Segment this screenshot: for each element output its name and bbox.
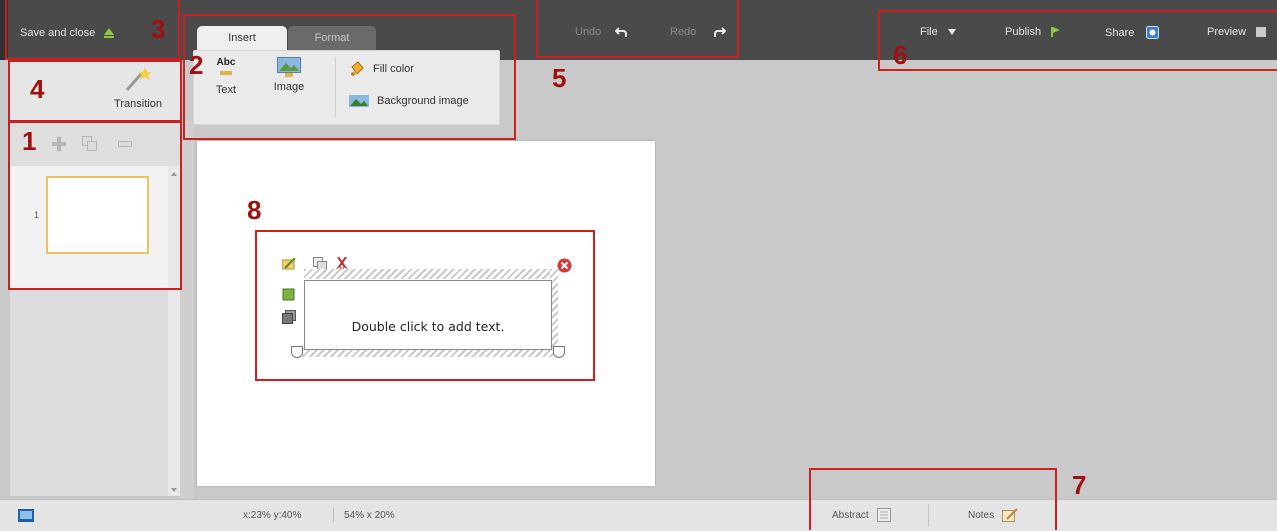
annotation-box-7 [809, 468, 1057, 530]
annotation-number-4: 4 [30, 74, 45, 104]
annotation-number-6: 6 [893, 40, 908, 70]
annotation-number-5: 5 [552, 63, 567, 93]
annotation-number-3: 3 [151, 14, 166, 44]
annotation-box-6 [878, 10, 1277, 71]
annotation-number-1: 1 [22, 126, 37, 156]
screen-icon[interactable] [18, 509, 34, 522]
annotation-box-5 [536, 0, 739, 58]
position-readout: x:23% y:40% [243, 510, 302, 521]
thumbnail-empty-area [10, 290, 168, 496]
annotation-box-2 [183, 14, 516, 140]
annotation-box-8 [255, 230, 595, 381]
size-readout: 54% x 20% [344, 510, 395, 521]
annotation-number-8: 8 [247, 195, 262, 225]
scroll-down-icon[interactable] [171, 488, 177, 492]
status-separator [333, 508, 334, 522]
annotation-number-2: 2 [189, 50, 204, 80]
canvas-scrollbar[interactable] [180, 121, 194, 499]
status-bar: x:23% y:40% 54% x 20% Abstract Notes [0, 499, 1277, 531]
annotation-number-7: 7 [1072, 470, 1087, 500]
